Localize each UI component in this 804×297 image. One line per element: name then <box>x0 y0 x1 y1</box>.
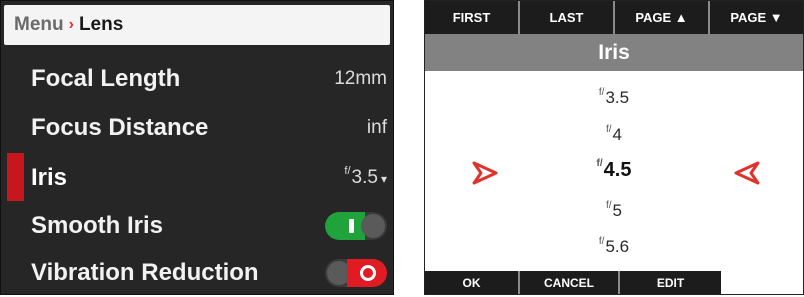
smooth-iris-toggle[interactable] <box>325 211 387 240</box>
fstop-prefix: f/ <box>598 236 605 247</box>
menu-row-vibration-reduction[interactable]: Vibration Reduction <box>1 248 395 297</box>
iris-option-value: 4.5 <box>603 159 632 181</box>
breadcrumb-current: Lens <box>78 14 124 35</box>
fstop-prefix: f/ <box>605 200 612 211</box>
fstop-prefix: f/ <box>596 158 603 169</box>
last-button[interactable]: LAST <box>520 1 615 34</box>
cancel-button[interactable]: CANCEL <box>520 271 620 294</box>
vibration-reduction-toggle[interactable] <box>325 258 387 287</box>
fstop-prefix: f/ <box>605 124 612 135</box>
iris-option-value: 4 <box>612 125 623 144</box>
page-up-button[interactable]: PAGE ▲ <box>615 1 710 34</box>
iris-option-value: 3.5 <box>605 88 630 107</box>
menu-row-label: Focus Distance <box>31 113 209 141</box>
fstop-prefix: f/ <box>344 164 351 177</box>
picker-title: Iris <box>425 34 803 71</box>
menu-row-focal-length[interactable]: Focal Length 12mm <box>1 54 395 103</box>
menu-row-value: 12mm <box>334 67 387 89</box>
breadcrumb: Menu › Lens <box>4 5 390 45</box>
page-down-button[interactable]: PAGE ▼ <box>710 1 803 34</box>
iris-option-value: 5.6 <box>605 237 630 256</box>
iris-picker-panel: FIRST LAST PAGE ▲ PAGE ▼ Iris f/3.5 f/4 … <box>424 0 804 295</box>
picker-bottom-toolbar: OK CANCEL EDIT <box>425 271 721 294</box>
lens-menu-panel: Menu › Lens Focal Length 12mm Focus Dist… <box>0 0 394 295</box>
menu-row-iris[interactable]: Iris f/3.5 ▾ <box>1 153 395 202</box>
menu-row-value: f/3.5 ▾ <box>344 164 387 189</box>
ok-button[interactable]: OK <box>425 271 520 294</box>
iris-option[interactable]: f/5.6 <box>425 236 803 257</box>
menu-row-label: Focal Length <box>31 64 181 92</box>
breadcrumb-parent[interactable]: Menu <box>14 14 64 36</box>
menu-row-label: Vibration Reduction <box>31 258 259 286</box>
menu-row-value: inf <box>366 116 387 138</box>
breadcrumb-separator-icon: › <box>68 16 74 33</box>
selection-arrow-right-icon <box>734 161 760 185</box>
iris-option[interactable]: f/3.5 <box>425 87 803 108</box>
edit-button[interactable]: EDIT <box>620 271 721 294</box>
iris-option-value: 5 <box>612 201 623 220</box>
first-button[interactable]: FIRST <box>425 1 520 34</box>
menu-row-label: Smooth Iris <box>31 211 164 239</box>
menu-row-focus-distance[interactable]: Focus Distance inf <box>1 103 395 152</box>
chevron-down-icon: ▾ <box>380 171 387 186</box>
iris-option[interactable]: f/5 <box>425 200 803 221</box>
selection-arrow-left-icon <box>472 161 498 185</box>
menu-row-label: Iris <box>31 163 68 191</box>
iris-option[interactable]: f/4 <box>425 124 803 145</box>
picker-top-toolbar: FIRST LAST PAGE ▲ PAGE ▼ <box>425 1 803 34</box>
fstop-prefix: f/ <box>598 87 605 98</box>
menu-row-smooth-iris[interactable]: Smooth Iris <box>1 201 395 250</box>
iris-value: 3.5 <box>351 166 378 188</box>
